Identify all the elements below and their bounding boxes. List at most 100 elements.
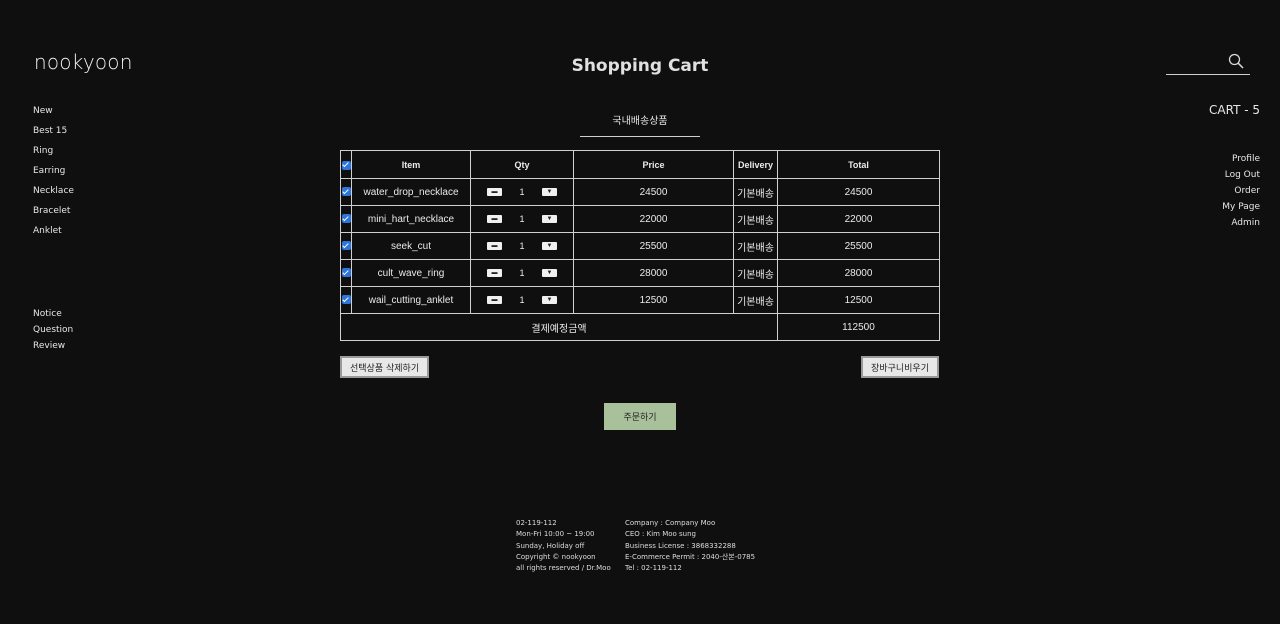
row-checkbox-cell [340,286,352,314]
footer-holiday: Sunday, Holiday off [516,541,585,550]
nav-item-log-out[interactable]: Log Out [1222,170,1260,186]
empty-cart-button[interactable]: 장바구니비우기 [861,356,939,378]
row-checkbox[interactable] [341,295,351,305]
chevron-down-icon[interactable]: ▼ [542,188,557,196]
minus-icon[interactable]: ▬ [487,269,502,277]
chevron-down-icon[interactable]: ▼ [542,215,557,223]
item-price: 24500 [573,178,734,206]
item-total: 25500 [777,232,940,260]
search-input[interactable] [1166,54,1228,72]
row-checkbox[interactable] [341,187,351,197]
item-delivery: 기본배송 [733,232,778,260]
footer-info: 02-119-112 Mon-Fri 10:00 ~ 19:00 Sunday,… [516,518,625,574]
nav-item-bracelet[interactable]: Bracelet [33,206,74,226]
footer: 02-119-112 Mon-Fri 10:00 ~ 19:00 Sunday,… [516,518,755,574]
footer-tel: Tel : 02-119-112 [625,564,682,573]
item-delivery: 기본배송 [733,286,778,314]
item-name: mini_hart_necklace [351,205,471,233]
minus-icon[interactable]: ▬ [487,296,502,304]
header-qty: Qty [470,150,574,179]
qty-value: 1 [519,268,525,278]
nav-item-ring[interactable]: Ring [33,146,74,166]
qty-cell: ▬ 1 ▼ [470,205,574,233]
nav-item-necklace[interactable]: Necklace [33,186,74,206]
nav-item-review[interactable]: Review [33,341,73,357]
chevron-down-icon[interactable]: ▼ [542,269,557,277]
qty-value: 1 [519,241,525,251]
qty-cell: ▬ 1 ▼ [470,232,574,260]
nav-item-question[interactable]: Question [33,325,73,341]
header-delivery: Delivery [733,150,778,179]
table-row: mini_hart_necklace ▬ 1 ▼ 22000 기본배송 22000 [340,205,940,233]
row-checkbox-cell [340,232,352,260]
summary-row: 결제예정금액 112500 [340,313,940,341]
qty-value: 1 [519,214,525,224]
row-checkbox[interactable] [341,214,351,224]
item-total: 12500 [777,286,940,314]
table-row: wail_cutting_anklet ▬ 1 ▼ 12500 기본배송 12500 [340,286,940,314]
select-all-cell [340,150,352,179]
nav-item-best-15[interactable]: Best 15 [33,126,74,146]
select-all-checkbox[interactable] [341,160,351,170]
order-button[interactable]: 주문하기 [604,403,676,430]
footer-hours: Mon-Fri 10:00 ~ 19:00 [516,530,595,539]
footer-phone: 02-119-112 [516,519,557,527]
item-name: wail_cutting_anklet [351,286,471,314]
chevron-down-icon[interactable]: ▼ [542,296,557,304]
item-price: 28000 [573,259,734,287]
nav-item-order[interactable]: Order [1222,186,1260,202]
nav-item-my-page[interactable]: My Page [1222,202,1260,218]
table-row: seek_cut ▬ 1 ▼ 25500 기본배송 25500 [340,232,940,260]
item-delivery: 기본배송 [733,259,778,287]
page-title: Shopping Cart [571,56,709,76]
item-price: 25500 [573,232,734,260]
item-total: 24500 [777,178,940,206]
search-box [1166,52,1250,75]
footer-company-name: Company : Company Moo [625,519,716,527]
item-total: 22000 [777,205,940,233]
chevron-down-icon[interactable]: ▼ [542,242,557,250]
row-checkbox[interactable] [341,268,351,278]
qty-cell: ▬ 1 ▼ [470,178,574,206]
row-checkbox-cell [340,259,352,287]
tab-domestic-shipping[interactable]: 국내배송상품 [580,112,700,137]
nav-item-new[interactable]: New [33,106,74,126]
row-checkbox-cell [340,178,352,206]
table-row: cult_wave_ring ▬ 1 ▼ 28000 기본배송 28000 [340,259,940,287]
nav-item-anklet[interactable]: Anklet [33,226,74,246]
account-nav: Profile Log Out Order My Page Admin [1222,154,1260,234]
item-total: 28000 [777,259,940,287]
summary-label: 결제예정금액 [340,313,778,341]
nav-item-admin[interactable]: Admin [1222,218,1260,234]
cart-table: Item Qty Price Delivery Total water_drop… [340,150,940,341]
cart-count[interactable]: CART - 5 [1209,103,1260,117]
item-name: water_drop_necklace [351,178,471,206]
item-price: 12500 [573,286,734,314]
item-price: 22000 [573,205,734,233]
item-name: cult_wave_ring [351,259,471,287]
minus-icon[interactable]: ▬ [487,215,502,223]
footer-copyright: Copyright © nookyoon [516,552,596,561]
footer-company: Company : Company Moo CEO : Kim Moo sung… [625,518,755,574]
footer-ceo: CEO : Kim Moo sung [625,530,697,539]
item-delivery: 기본배송 [733,178,778,206]
qty-value: 1 [519,187,525,197]
footer-ecommerce-permit: E-Commerce Permit : 2040-산본-0785 [625,552,756,561]
table-row: water_drop_necklace ▬ 1 ▼ 24500 기본배송 24500 [340,178,940,206]
item-delivery: 기본배송 [733,205,778,233]
row-checkbox[interactable] [341,241,351,251]
qty-value: 1 [519,295,525,305]
nav-item-earring[interactable]: Earring [33,166,74,186]
nav-item-profile[interactable]: Profile [1222,154,1260,170]
minus-icon[interactable]: ▬ [487,188,502,196]
delete-selected-button[interactable]: 선택상품 삭제하기 [340,356,430,378]
footer-rights: all rights reserved / Dr.Moo [516,564,611,573]
item-name: seek_cut [351,232,471,260]
board-nav: Notice Question Review [33,309,73,357]
minus-icon[interactable]: ▬ [487,242,502,250]
category-nav: New Best 15 Ring Earring Necklace Bracel… [33,106,74,246]
qty-cell: ▬ 1 ▼ [470,259,574,287]
header-total: Total [777,150,940,179]
nav-item-notice[interactable]: Notice [33,309,73,325]
qty-cell: ▬ 1 ▼ [470,286,574,314]
